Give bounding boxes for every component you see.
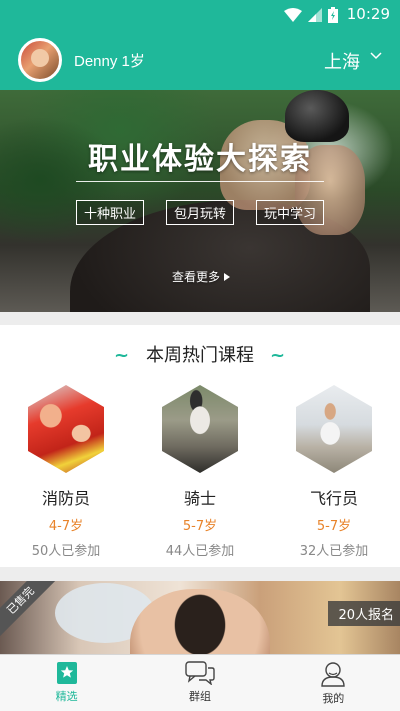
banner-tag: 玩中学习 <box>256 200 325 225</box>
card-photo-child <box>130 589 270 654</box>
battery-icon <box>328 7 338 23</box>
see-more-link[interactable]: 查看更多 <box>172 268 231 285</box>
signup-count-badge: 20人报名 <box>328 601 400 626</box>
sold-out-ribbon: 已售完 <box>0 581 60 640</box>
banner-tag: 包月玩转 <box>165 200 234 225</box>
promo-banner[interactable]: 职业体验大探索 十种职业 包月玩转 玩中学习 查看更多 <box>0 90 400 312</box>
course-participants: 44人已参加 <box>165 544 235 559</box>
course-name: 骑士 <box>183 489 216 508</box>
city-selector[interactable]: 上海 <box>324 48 360 74</box>
banner-tags: 十种职业 包月玩转 玩中学习 <box>0 200 400 225</box>
course-card-pilot[interactable]: 飞行员 5-7岁 32人已参加 <box>279 385 389 559</box>
banner-title: 职业体验大探索 <box>88 142 312 177</box>
event-card[interactable]: 已售完 20人报名 <box>0 581 400 654</box>
course-age: 5-7岁 <box>316 519 352 534</box>
bottom-tab-bar: 精选 群组 我的 <box>0 654 400 711</box>
star-bookmark-icon <box>56 662 77 684</box>
status-bar: 10:29 <box>0 0 400 30</box>
chat-bubbles-icon <box>185 661 215 685</box>
course-thumbnail <box>28 385 104 473</box>
person-icon <box>321 662 346 687</box>
signal-icon <box>308 8 322 22</box>
course-age: 4-7岁 <box>48 519 84 534</box>
section-title: 本周热门课程 <box>146 345 254 366</box>
course-participants: 32人已参加 <box>299 544 369 559</box>
avatar[interactable] <box>18 38 62 82</box>
tab-label: 我的 <box>322 692 345 705</box>
course-name: 飞行员 <box>309 489 358 508</box>
tilde-decoration-icon: ~ <box>270 345 286 366</box>
course-thumbnail <box>296 385 372 473</box>
course-card-knight[interactable]: 骑士 5-7岁 44人已参加 <box>145 385 255 559</box>
course-thumbnail <box>162 385 238 473</box>
tab-profile[interactable]: 我的 <box>267 655 400 711</box>
app-header: Denny 1岁 上海 <box>0 30 400 90</box>
username[interactable]: Denny 1岁 <box>74 50 145 71</box>
chevron-down-icon[interactable] <box>370 52 382 60</box>
banner-tag: 十种职业 <box>75 200 144 225</box>
play-arrow-icon <box>224 272 231 281</box>
banner-divider <box>76 181 324 182</box>
course-participants: 50人已参加 <box>31 544 101 559</box>
course-name: 消防员 <box>41 489 90 508</box>
hot-courses-section: ~ 本周热门课程 ~ 消防员 4-7岁 50人已参加 骑士 5-7岁 44人已参… <box>0 325 400 567</box>
course-age: 5-7岁 <box>182 519 218 534</box>
tab-label: 群组 <box>188 690 211 703</box>
tab-label: 精选 <box>55 690 78 703</box>
status-time: 10:29 <box>346 5 390 23</box>
tab-featured[interactable]: 精选 <box>0 655 133 711</box>
tab-groups[interactable]: 群组 <box>133 655 266 711</box>
status-icons <box>284 6 338 24</box>
see-more-label: 查看更多 <box>172 270 221 284</box>
wifi-icon <box>284 8 302 22</box>
course-card-firefighter[interactable]: 消防员 4-7岁 50人已参加 <box>11 385 121 559</box>
